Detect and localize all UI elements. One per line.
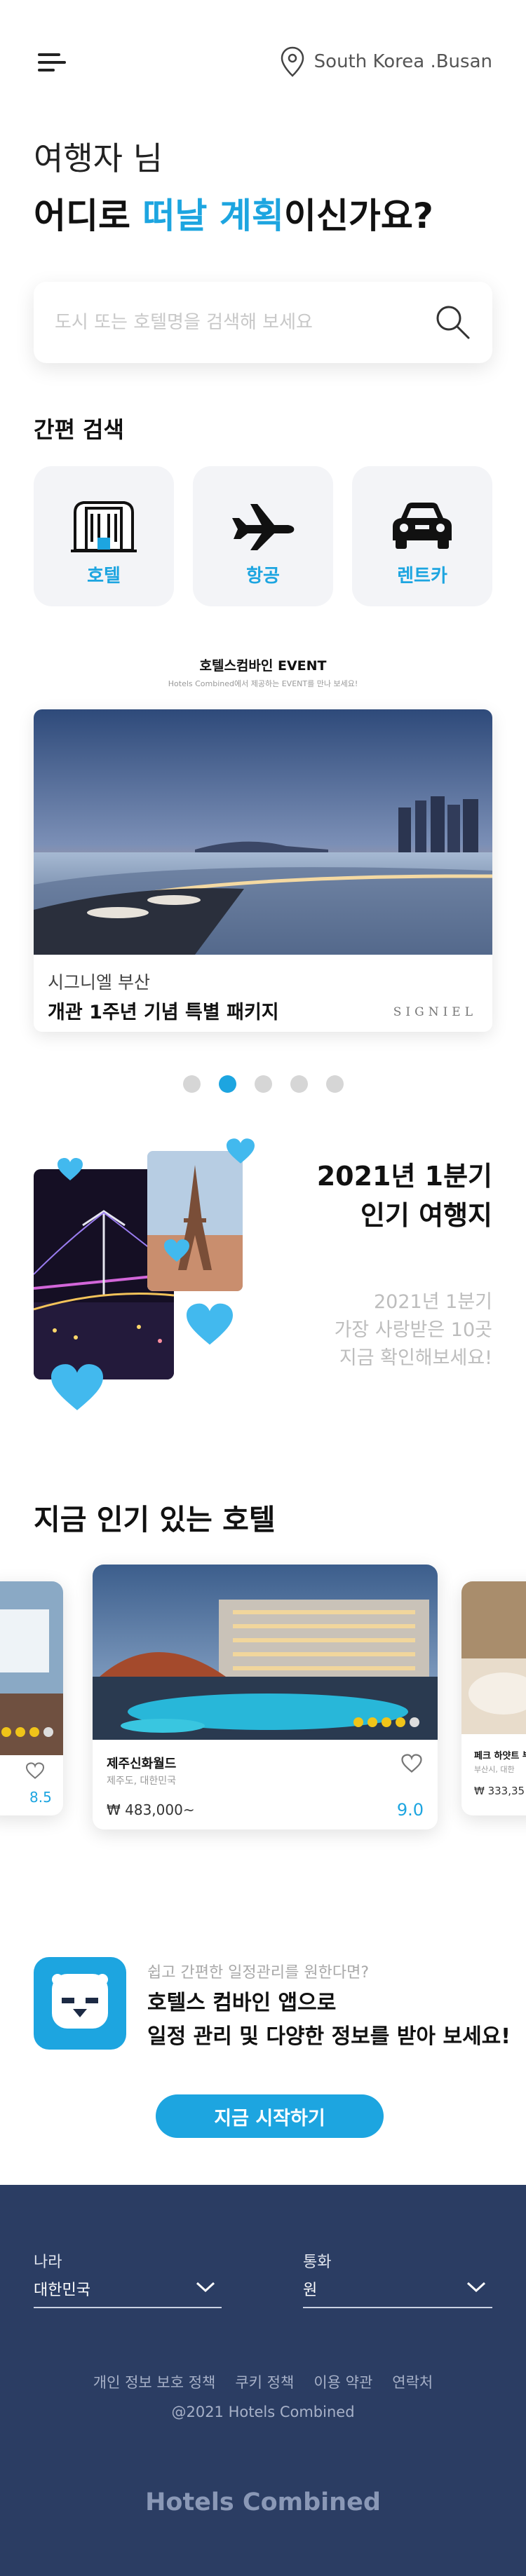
hamburger-icon <box>38 53 60 56</box>
country-label: 나라 <box>34 2254 62 2271</box>
event-brand-logo: SIGNIEL <box>393 1005 477 1019</box>
category-flight-label: 항공 <box>246 566 280 587</box>
car-icon <box>393 503 452 549</box>
hotel-building-icon <box>71 501 137 552</box>
terms-link[interactable]: 이용 약관 <box>313 2371 372 2392</box>
hotel-rating <box>353 1717 419 1727</box>
app-promo-question: 쉽고 간편한 일정관리를 원한다면? <box>147 1964 370 1982</box>
event-section-title: 호텔스컴바인 EVENT <box>199 658 327 674</box>
heart-outline-icon[interactable] <box>401 1754 422 1773</box>
category-hotel-label: 호텔 <box>87 566 121 587</box>
pagination-dot[interactable] <box>254 1075 272 1093</box>
pagination-dot-active[interactable] <box>218 1075 236 1093</box>
privacy-policy-link[interactable]: 개인 정보 보호 정책 <box>93 2371 216 2392</box>
category-flight-button[interactable]: 항공 <box>193 466 333 606</box>
pagination-dot[interactable] <box>290 1075 308 1093</box>
popular-destinations-description: 2021년 1분기 가장 사랑받은 10곳 지금 확인해보세요! <box>334 1291 492 1369</box>
heart-outline-icon[interactable] <box>25 1762 45 1779</box>
contact-link[interactable]: 연락처 <box>392 2371 433 2392</box>
heart-icon <box>187 1303 233 1345</box>
chevron-down-icon <box>196 2282 215 2293</box>
hot-hotels-title: 지금 인기 있는 호텔 <box>34 1503 276 1536</box>
app-promo-message: 호텔스 컴바인 앱으로 일정 관리 및 다양한 정보를 받아 보세요! <box>147 1991 511 2049</box>
event-section-subtitle: Hotels Combined에서 제공하는 EVENT를 만나 보세요! <box>168 679 358 688</box>
pagination-dot[interactable] <box>182 1075 201 1093</box>
popular-destinations-title[interactable]: 2021년 1분기 인기 여행지 <box>317 1157 492 1235</box>
event-banner-card[interactable]: 시그니엘 부산 개관 1주년 기념 특별 패키지 SIGNIEL <box>34 709 492 1032</box>
hotel-card-right-peek[interactable]: 페크 하얏트 부 부산시, 대한 ₩ 333,35 <box>461 1581 526 1815</box>
event-banner-image <box>34 709 492 955</box>
chevron-down-icon <box>466 2282 486 2293</box>
greeting-question: 어디로 떠날 계획이신가요? <box>34 196 433 236</box>
map-pin-icon <box>281 46 304 77</box>
greeting-highlight: 떠날 계획 <box>142 196 284 236</box>
category-hotel-button[interactable]: 호텔 <box>34 466 174 606</box>
cookie-policy-link[interactable]: 쿠키 정책 <box>235 2371 294 2392</box>
hotel-location: 제주도, 대한민국 <box>107 1776 177 1787</box>
hotel-price: ₩ 483,000~ <box>107 1801 195 1818</box>
footer-brand-logo: Hotels Combined <box>145 2488 381 2516</box>
copyright: @2021 Hotels Combined <box>171 2404 355 2420</box>
event-pagination <box>0 1075 526 1093</box>
footer: 나라 대한민국 통화 원 개인 정보 보호 정책 쿠키 정책 이용 약관 연락처… <box>0 2185 526 2576</box>
hotel-card-left-peek[interactable]: 8.5 <box>0 1581 63 1815</box>
event-headline: 개관 1주년 기념 특별 패키지 <box>48 1002 279 1023</box>
hotel-name: 제주신화월드 <box>107 1757 177 1771</box>
hotel-price: ₩ 333,35 <box>474 1785 525 1797</box>
greeting-name: 여행자 님 <box>34 139 163 177</box>
country-select[interactable]: 대한민국 <box>34 2275 222 2308</box>
start-now-button[interactable]: 지금 시작하기 <box>156 2094 384 2138</box>
hotel-location: 부산시, 대한 <box>474 1765 515 1774</box>
category-rentcar-button[interactable]: 렌트카 <box>352 466 492 606</box>
currency-select[interactable]: 원 <box>303 2275 492 2308</box>
category-rentcar-label: 렌트카 <box>397 566 447 587</box>
currency-label: 통화 <box>303 2254 332 2271</box>
location-label: South Korea .Busan <box>313 51 492 72</box>
hotel-name: 페크 하얏트 부 <box>474 1751 526 1761</box>
heart-icon <box>227 1138 255 1164</box>
hotel-score: 8.5 <box>29 1789 52 1806</box>
hamburger-menu-button[interactable] <box>38 50 67 74</box>
footer-links: 개인 정보 보호 정책 쿠키 정책 이용 약관 연락처 <box>0 2371 526 2392</box>
hotel-photo <box>93 1565 438 1740</box>
pagination-dot[interactable] <box>325 1075 344 1093</box>
airplane-icon <box>232 504 295 550</box>
heart-icon <box>58 1158 83 1180</box>
hotel-rating <box>1 1727 53 1737</box>
location-selector[interactable]: South Korea .Busan <box>281 46 492 77</box>
quick-search-title: 간편 검색 <box>34 416 124 443</box>
hotel-score: 9.0 <box>396 1800 424 1820</box>
heart-icon <box>51 1364 103 1410</box>
destination-photo-paris[interactable] <box>147 1151 243 1291</box>
event-hotel-name: 시그니엘 부산 <box>48 972 150 993</box>
search-bar <box>34 282 492 363</box>
app-logo-icon <box>34 1957 126 2050</box>
search-input[interactable] <box>55 303 419 342</box>
search-icon[interactable] <box>433 303 471 341</box>
heart-icon <box>164 1239 189 1262</box>
hotel-card-featured[interactable]: 제주신화월드 제주도, 대한민국 ₩ 483,000~ 9.0 <box>93 1565 438 1829</box>
